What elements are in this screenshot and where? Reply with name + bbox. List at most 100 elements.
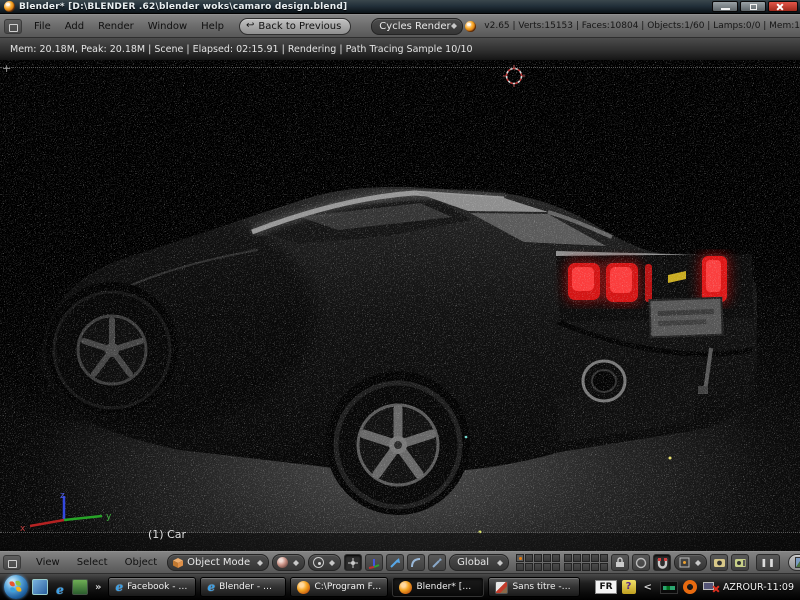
menu-add[interactable]: Add	[58, 18, 91, 35]
arc-icon	[411, 557, 421, 567]
taskbar-button-console[interactable]: C:\Program Fil...	[290, 577, 389, 597]
layer-cell[interactable]	[591, 554, 600, 562]
taskbar-button-paint[interactable]: Sans titre - Paint	[488, 577, 581, 597]
layer-cell[interactable]	[591, 563, 600, 571]
proportional-edit-button[interactable]	[632, 554, 651, 571]
window-controls	[712, 1, 798, 12]
layer-cell[interactable]	[564, 554, 573, 562]
translate-manipulator-button[interactable]	[365, 554, 384, 571]
manipulator-toggle-button[interactable]	[344, 554, 363, 571]
proportional-circle-icon	[635, 557, 647, 568]
lock-to-scene-button[interactable]	[611, 554, 630, 571]
layer-cell[interactable]	[525, 554, 534, 562]
maximize-icon	[750, 4, 757, 10]
blender-stats-logo-icon	[465, 20, 477, 32]
layers-group-2	[564, 554, 609, 571]
viewport-3d[interactable]: + x y z (1) Car	[0, 60, 800, 551]
ie-glyph: e	[56, 583, 64, 597]
tray-chevron[interactable]: <	[641, 582, 655, 593]
layer-cell[interactable]	[543, 563, 552, 571]
minimize-button[interactable]	[712, 1, 738, 12]
maximize-button[interactable]	[740, 1, 766, 12]
render-camera-icon	[713, 559, 725, 567]
region-expand-icon[interactable]: +	[2, 62, 11, 75]
dropdown-arrows-icon	[450, 19, 458, 33]
render-engine-select[interactable]: Cycles Render	[371, 17, 464, 35]
mode-select[interactable]: Object Mode	[167, 554, 270, 571]
rotate-manipulator-button[interactable]	[386, 554, 405, 571]
pivot-point-select[interactable]	[308, 554, 342, 571]
viewport-editor-type-button[interactable]	[3, 555, 21, 570]
quicklaunch-desktop-icon[interactable]	[32, 579, 48, 595]
layer-cell[interactable]	[582, 554, 591, 562]
menu-view[interactable]: View	[29, 554, 67, 571]
tray-help-icon[interactable]: ?	[621, 580, 636, 594]
render-noise	[0, 60, 800, 551]
opengl-render-button[interactable]	[710, 554, 729, 571]
render-layer-button[interactable]: RenderLayer	[788, 554, 800, 571]
layer-cell[interactable]	[543, 554, 552, 562]
axis-gizmo: x y z	[20, 491, 112, 534]
taskbar-button-blender-app[interactable]: Blender* [D:\B...	[392, 577, 485, 597]
viewport-shading-select[interactable]	[272, 554, 306, 571]
quicklaunch-ie-icon[interactable]: e	[52, 579, 68, 597]
language-indicator[interactable]: FR	[595, 580, 617, 594]
manipulator-icon	[348, 557, 359, 568]
quicklaunch-media-icon[interactable]	[72, 579, 88, 595]
menu-help[interactable]: Help	[194, 18, 231, 35]
tray-orange-ring-icon[interactable]	[682, 580, 697, 594]
menu-object[interactable]: Object	[118, 554, 165, 571]
mode-dropdown-arrows-icon	[256, 556, 264, 570]
menu-file[interactable]: File	[27, 18, 58, 35]
layer-cell[interactable]	[582, 563, 591, 571]
magnet-icon	[657, 557, 667, 569]
rotate-arc-button[interactable]	[407, 554, 426, 571]
snap-toggle-button[interactable]	[653, 554, 672, 571]
rotate-arrow-icon	[390, 557, 401, 568]
taskbar-button-label: Blender - © W...	[219, 582, 279, 592]
layer-cell[interactable]	[600, 554, 609, 562]
layer-cell[interactable]	[573, 554, 582, 562]
tray-player-icon[interactable]	[659, 580, 678, 594]
layers-group-1	[516, 554, 561, 571]
pause-render-button[interactable]: ❚❚	[756, 554, 781, 571]
blender-logo-icon	[4, 1, 15, 12]
layer-cell[interactable]	[564, 563, 573, 571]
menu-window[interactable]: Window	[141, 18, 194, 35]
snap-element-select[interactable]	[674, 554, 708, 571]
layer-cell[interactable]	[534, 563, 543, 571]
layer-cell[interactable]	[600, 563, 609, 571]
layer-cell[interactable]	[573, 563, 582, 571]
menu-select[interactable]: Select	[70, 554, 115, 571]
taskbar-button-facebook[interactable]: e Facebook - © ...	[108, 577, 197, 597]
scale-icon	[432, 557, 443, 568]
start-button[interactable]	[4, 575, 28, 599]
render-status-bar: Mem: 20.18M, Peak: 20.18M | Scene | Elap…	[0, 38, 800, 60]
network-disconnected-icon[interactable]	[702, 581, 720, 594]
editor-type-button[interactable]	[4, 18, 22, 34]
layer-cell[interactable]	[552, 554, 561, 562]
shading-sphere-icon	[277, 557, 289, 568]
taskbar-button-blender-web[interactable]: e Blender - © W...	[200, 577, 287, 597]
scale-manipulator-button[interactable]	[428, 554, 447, 571]
outside-camera-strip	[0, 533, 800, 551]
back-to-previous-button[interactable]: ↩ Back to Previous	[238, 17, 352, 35]
opengl-render-anim-button[interactable]	[731, 554, 750, 571]
layer-cell[interactable]	[516, 554, 525, 562]
close-button[interactable]	[768, 1, 798, 12]
taskbar-clock[interactable]: AZROUR-11:09	[723, 582, 794, 593]
lock-icon	[616, 557, 625, 567]
cursor-3d-icon	[503, 65, 525, 87]
active-object-info: (1) Car	[148, 528, 187, 541]
os-taskbar: e » e Facebook - © ... e Blender - © W..…	[0, 574, 800, 600]
quicklaunch-overflow-chevron[interactable]: »	[92, 582, 104, 593]
layer-cell[interactable]	[516, 563, 525, 571]
layer-cell[interactable]	[552, 563, 561, 571]
layer-cell[interactable]	[525, 563, 534, 571]
snap-dropdown-arrows-icon	[694, 556, 702, 570]
menu-render[interactable]: Render	[91, 18, 141, 35]
layer-cell[interactable]	[534, 554, 543, 562]
transform-orientation-select[interactable]: Global	[449, 554, 510, 571]
taskbar-button-label: Sans titre - Paint	[512, 582, 573, 592]
blender-icon	[399, 580, 413, 594]
